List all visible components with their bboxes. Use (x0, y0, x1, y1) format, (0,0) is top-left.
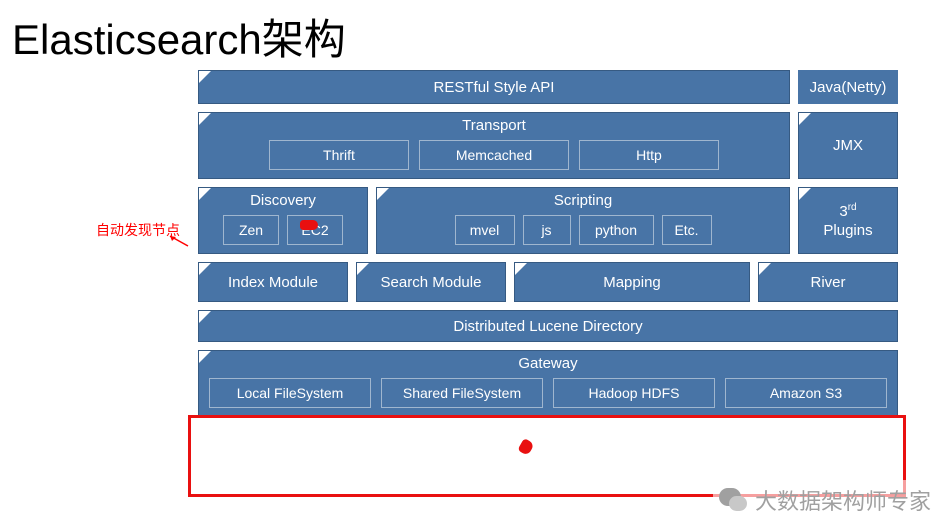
local-fs-label: Local FileSystem (237, 385, 344, 401)
red-mark-gateway (517, 438, 534, 456)
gateway-label: Gateway (518, 351, 577, 372)
box-java-netty: Java(Netty) (798, 70, 898, 104)
river-label: River (810, 274, 845, 291)
sub-http: Http (579, 140, 719, 170)
dld-label: Distributed Lucene Directory (453, 318, 642, 335)
memcached-label: Memcached (456, 147, 532, 163)
wechat-icon (717, 486, 749, 514)
wechat-watermark: 大数据架构师专家 (713, 480, 939, 520)
java-netty-label: Java(Netty) (810, 79, 887, 96)
etc-label: Etc. (674, 222, 698, 238)
http-label: Http (636, 147, 662, 163)
box-scripting: Scripting mvel js python Etc. (376, 187, 790, 254)
sub-mvel: mvel (455, 215, 515, 245)
hadoop-label: Hadoop HDFS (588, 385, 679, 401)
sub-s3: Amazon S3 (725, 378, 887, 408)
box-search-module: Search Module (356, 262, 506, 302)
sub-thrift: Thrift (269, 140, 409, 170)
architecture-diagram: RESTful Style API Java(Netty) Transport … (198, 70, 898, 417)
sub-python: python (579, 215, 654, 245)
sub-shared-fs: Shared FileSystem (381, 378, 543, 408)
box-mapping: Mapping (514, 262, 750, 302)
box-3rd-plugins: 3rd Plugins (798, 187, 898, 254)
wechat-text: 大数据架构师专家 (755, 484, 931, 516)
box-restful-api: RESTful Style API (198, 70, 790, 104)
row-modules: Index Module Search Module Mapping River (198, 262, 898, 302)
python-label: python (595, 222, 637, 238)
jmx-label: JMX (833, 137, 863, 154)
zen-label: Zen (239, 222, 263, 238)
box-index-module: Index Module (198, 262, 348, 302)
plugins-3: 3 (839, 203, 847, 220)
sub-js: js (523, 215, 571, 245)
sub-local-fs: Local FileSystem (209, 378, 371, 408)
box-discovery: Discovery Zen EC2 (198, 187, 368, 254)
box-river: River (758, 262, 898, 302)
js-label: js (541, 222, 551, 238)
row-transport: Transport Thrift Memcached Http JMX (198, 112, 898, 179)
box-transport: Transport Thrift Memcached Http (198, 112, 790, 179)
box-gateway: Gateway Local FileSystem Shared FileSyst… (198, 350, 898, 417)
discovery-label: Discovery (250, 188, 316, 209)
box-distributed-lucene: Distributed Lucene Directory (198, 310, 898, 342)
s3-label: Amazon S3 (770, 385, 842, 401)
thrift-label: Thrift (323, 147, 355, 163)
red-arrow-icon (168, 234, 198, 252)
row-gateway: Gateway Local FileSystem Shared FileSyst… (198, 350, 898, 417)
transport-label: Transport (462, 113, 526, 134)
mvel-label: mvel (470, 222, 500, 238)
red-mark-discovery (300, 220, 318, 230)
sub-hadoop: Hadoop HDFS (553, 378, 715, 408)
row-dld: Distributed Lucene Directory (198, 310, 898, 342)
mapping-label: Mapping (603, 274, 661, 291)
sub-zen: Zen (223, 215, 279, 245)
plugins-label-wrap: 3rd Plugins (823, 201, 872, 241)
scripting-label: Scripting (554, 188, 612, 209)
box-jmx: JMX (798, 112, 898, 179)
restful-label: RESTful Style API (434, 79, 555, 96)
sub-memcached: Memcached (419, 140, 569, 170)
shared-fs-label: Shared FileSystem (403, 385, 521, 401)
plugins-rd: rd (848, 202, 857, 213)
search-module-label: Search Module (381, 274, 482, 291)
plugins-text: Plugins (823, 222, 872, 239)
page-title: Elasticsearch架构 (0, 0, 939, 67)
sub-etc: Etc. (662, 215, 712, 245)
index-module-label: Index Module (228, 274, 318, 291)
row-api: RESTful Style API Java(Netty) (198, 70, 898, 104)
